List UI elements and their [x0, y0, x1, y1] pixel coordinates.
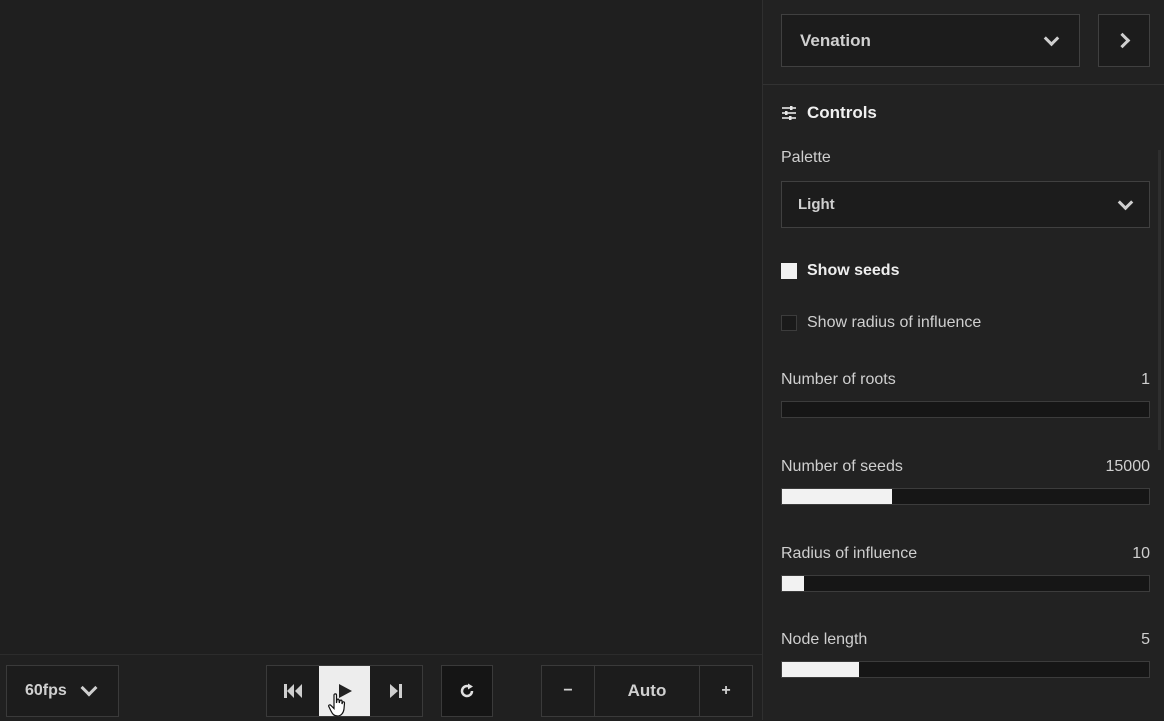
zoom-in-button[interactable]: +	[700, 666, 752, 716]
slider-radius-of-influence: Radius of influence 10	[781, 545, 1150, 592]
slider-value: 10	[1132, 545, 1150, 562]
show-seeds-label: Show seeds	[807, 262, 900, 279]
slider-label: Number of seeds	[781, 458, 903, 475]
slider-number-of-seeds: Number of seeds 15000	[781, 458, 1150, 505]
slider-fill[interactable]	[782, 662, 860, 677]
sidebar-header: Venation	[763, 0, 1164, 85]
slider-fill[interactable]	[782, 576, 805, 591]
chevron-down-icon	[80, 679, 98, 697]
slider-value: 15000	[1105, 458, 1151, 475]
slider-track[interactable]	[781, 661, 1150, 678]
skip-back-icon	[283, 684, 302, 698]
algorithm-select[interactable]: Venation	[781, 14, 1080, 67]
show-radius-checkbox[interactable]: Show radius of influence	[781, 314, 981, 332]
show-radius-label: Show radius of influence	[807, 314, 982, 331]
checkbox-checked[interactable]	[781, 263, 797, 279]
sidebar-scrollbar[interactable]	[1158, 150, 1161, 450]
slider-track[interactable]	[781, 488, 1150, 505]
reload-icon	[460, 683, 474, 698]
slider-label: Node length	[781, 631, 868, 648]
chevron-down-icon	[1117, 194, 1134, 210]
next-algorithm-button[interactable]	[1098, 14, 1150, 67]
slider-track[interactable]	[781, 401, 1150, 418]
hand-cursor-icon	[328, 693, 346, 717]
slider-value: 1	[1141, 371, 1150, 388]
palette-label: Palette	[781, 149, 831, 166]
checkbox-unchecked[interactable]	[781, 315, 797, 331]
chevron-down-icon	[1043, 30, 1060, 46]
reset-button[interactable]	[441, 665, 493, 717]
chevron-right-icon	[1114, 32, 1130, 49]
playback-bar: 60fps − Auto +	[0, 654, 762, 721]
palette-select[interactable]: Light	[781, 181, 1150, 228]
step-forward-icon	[390, 684, 403, 698]
show-seeds-checkbox[interactable]: Show seeds	[781, 262, 899, 280]
restart-button[interactable]	[267, 666, 319, 716]
fps-label: 60fps	[25, 682, 67, 699]
sidebar: Venation Controls Palette Light Show see…	[762, 0, 1164, 720]
fps-select[interactable]: 60fps	[6, 665, 119, 717]
step-forward-button[interactable]	[370, 666, 422, 716]
controls-heading: Controls	[781, 103, 877, 123]
slider-label: Number of roots	[781, 371, 896, 388]
zoom-out-button[interactable]: −	[542, 666, 594, 716]
zoom-controls: − Auto +	[541, 665, 753, 717]
simulation-canvas[interactable]	[0, 0, 762, 654]
algorithm-select-label: Venation	[800, 30, 871, 50]
slider-number-of-roots: Number of roots 1	[781, 371, 1150, 418]
slider-fill[interactable]	[782, 489, 893, 504]
slider-label: Radius of influence	[781, 545, 918, 562]
sliders-icon	[782, 106, 796, 120]
slider-node-length: Node length 5	[781, 631, 1150, 678]
controls-title: Controls	[807, 103, 877, 122]
palette-value: Light	[798, 196, 835, 213]
zoom-level[interactable]: Auto	[594, 666, 700, 716]
slider-value: 5	[1141, 631, 1150, 648]
slider-track[interactable]	[781, 575, 1150, 592]
